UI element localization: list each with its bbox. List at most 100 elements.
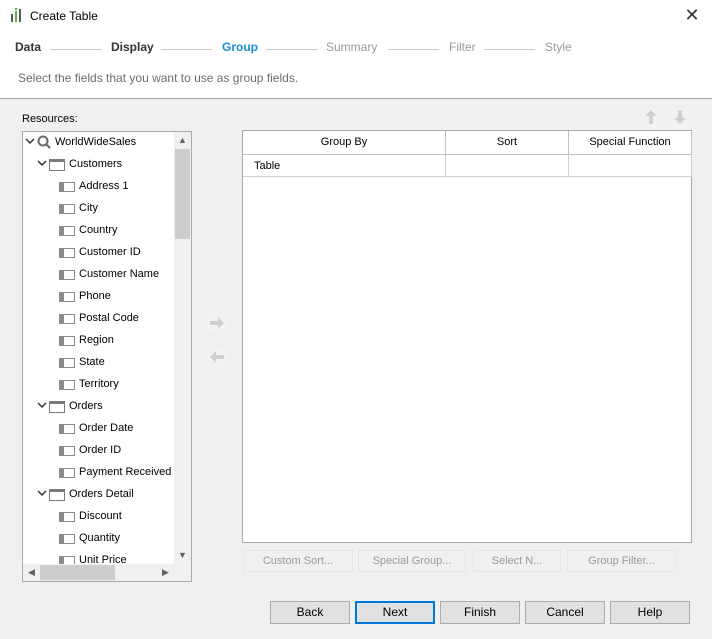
tree-field-item[interactable]: State [23, 352, 173, 374]
field-icon [59, 182, 75, 192]
vertical-scroll-thumb[interactable] [175, 149, 190, 239]
step-connector [484, 49, 535, 50]
field-icon [59, 314, 75, 324]
tree-item-label: WorldWideSales [55, 136, 137, 148]
step-connector [388, 49, 439, 50]
tree-table-item[interactable]: Orders Detail [23, 484, 173, 506]
arrow-right-icon [210, 317, 224, 329]
arrow-up-icon [645, 110, 657, 124]
tree-item-label: State [79, 356, 105, 368]
tree-item-label: Territory [79, 378, 119, 390]
tree-field-item[interactable]: Region [23, 330, 173, 352]
step-display[interactable]: Display [111, 40, 154, 54]
tree-horizontal-scrollbar[interactable]: ◀ ▶ [23, 564, 174, 581]
scrollbar-corner [174, 564, 191, 581]
chevron-down-icon[interactable] [25, 136, 35, 146]
tree-field-item[interactable]: Customer ID [23, 242, 173, 264]
step-filter[interactable]: Filter [449, 40, 476, 54]
back-button[interactable]: Back [270, 601, 350, 624]
close-icon[interactable]: ✕ [682, 6, 702, 26]
field-icon [59, 512, 75, 522]
chevron-down-icon[interactable] [37, 158, 47, 168]
tree-item-label: Quantity [79, 532, 120, 544]
scroll-right-icon[interactable]: ▶ [157, 564, 174, 581]
tree-item-label: Discount [79, 510, 122, 522]
step-connector [51, 49, 102, 50]
field-icon [59, 468, 75, 478]
step-group[interactable]: Group [222, 40, 258, 54]
tree-item-label: Order ID [79, 444, 122, 456]
chevron-down-icon[interactable] [37, 488, 47, 498]
scroll-up-icon[interactable]: ▲ [174, 132, 191, 149]
chevron-down-icon[interactable] [37, 400, 47, 410]
field-icon [59, 424, 75, 434]
sort-cell[interactable] [446, 155, 569, 177]
field-icon [59, 358, 75, 368]
tree-item-label: Address 1 [79, 180, 129, 192]
tree-field-item[interactable]: Address 1 [23, 176, 173, 198]
remove-from-group-button[interactable] [207, 347, 227, 367]
field-icon [59, 204, 75, 214]
tree-item-label: City [79, 202, 98, 214]
query-icon [37, 135, 51, 149]
tree-field-item[interactable]: Phone [23, 286, 173, 308]
field-icon [59, 248, 75, 258]
field-icon [59, 226, 75, 236]
tree-field-item[interactable]: City [23, 198, 173, 220]
column-header-group-by[interactable]: Group By [243, 131, 446, 155]
step-data[interactable]: Data [15, 40, 41, 54]
table-icon [49, 159, 65, 171]
special-group-button[interactable]: Special Group... [358, 550, 466, 572]
tree-field-item[interactable]: Payment Received [23, 462, 173, 484]
next-button[interactable]: Next [355, 601, 435, 624]
arrow-left-icon [210, 351, 224, 363]
move-up-button[interactable] [641, 107, 661, 127]
tree-vertical-scrollbar[interactable]: ▲ ▼ [174, 132, 191, 564]
custom-sort-button[interactable]: Custom Sort... [243, 550, 353, 572]
tree-field-item[interactable]: Quantity [23, 528, 173, 550]
select-n-button[interactable]: Select N... [473, 550, 561, 572]
group-by-cell[interactable]: Table [243, 155, 446, 177]
field-icon [59, 292, 75, 302]
table-icon [49, 489, 65, 501]
step-connector [161, 49, 212, 50]
special-function-cell[interactable] [569, 155, 692, 177]
move-down-button[interactable] [670, 107, 690, 127]
tree-table-item[interactable]: Orders [23, 396, 173, 418]
tree-field-item[interactable]: Country [23, 220, 173, 242]
scroll-left-icon[interactable]: ◀ [23, 564, 40, 581]
tree-field-item[interactable]: Discount [23, 506, 173, 528]
cancel-button[interactable]: Cancel [525, 601, 605, 624]
resources-label: Resources: [22, 113, 78, 125]
horizontal-scroll-thumb[interactable] [40, 565, 115, 580]
step-style[interactable]: Style [545, 40, 572, 54]
field-icon [59, 380, 75, 390]
help-button[interactable]: Help [610, 601, 690, 624]
tree-field-item[interactable]: Order ID [23, 440, 173, 462]
tree-item-label: Orders Detail [69, 488, 134, 500]
app-chart-icon [11, 8, 21, 22]
finish-button[interactable]: Finish [440, 601, 520, 624]
tree-item-label: Orders [69, 400, 103, 412]
tree-query-item[interactable]: WorldWideSales [23, 132, 173, 154]
column-header-special-function[interactable]: Special Function [569, 131, 692, 155]
tree-field-item[interactable]: Customer Name [23, 264, 173, 286]
column-header-sort[interactable]: Sort [446, 131, 569, 155]
tree-item-label: Payment Received [79, 466, 172, 478]
tree-field-item[interactable]: Territory [23, 374, 173, 396]
tree-field-item[interactable]: Postal Code [23, 308, 173, 330]
resources-tree[interactable]: WorldWideSales Customers Address 1 City Coun… [22, 131, 192, 582]
field-icon [59, 336, 75, 346]
tree-field-item[interactable]: Order Date [23, 418, 173, 440]
field-icon [59, 270, 75, 280]
scroll-down-icon[interactable]: ▼ [174, 547, 191, 564]
step-summary[interactable]: Summary [326, 40, 377, 54]
field-icon [59, 446, 75, 456]
tree-table-item[interactable]: Customers [23, 154, 173, 176]
group-grid[interactable]: Group By Sort Special Function Table [242, 130, 692, 543]
add-to-group-button[interactable] [207, 313, 227, 333]
tree-item-label: Phone [79, 290, 111, 302]
arrow-down-icon [674, 110, 686, 124]
tree-item-label: Order Date [79, 422, 134, 434]
group-filter-button[interactable]: Group Filter... [567, 550, 676, 572]
